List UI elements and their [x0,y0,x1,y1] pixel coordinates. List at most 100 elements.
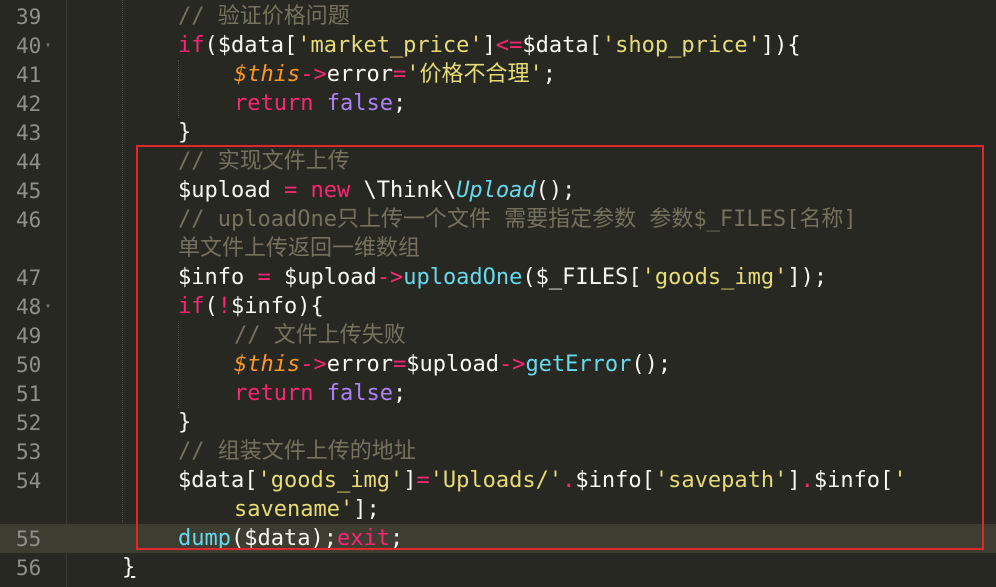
gutter-row: 52 [0,408,66,437]
gutter-row: 54 [0,466,66,495]
string-token: ' [893,468,907,493]
keyword-token: if [178,33,205,58]
operator-token: <= [495,33,523,58]
gutter-row: 56 [0,553,66,582]
code-line[interactable]: $this->error=$upload->getError(); [66,350,996,379]
gutter-row: 42 [0,89,66,118]
keyword-token: return [234,381,314,406]
operator-token: -> [300,352,327,377]
code-line[interactable]: $data['goods_img']='Uploads/'.$info['sav… [66,466,996,495]
line-number: 50 [16,353,42,377]
gutter-row: 40 ▾ [0,31,66,60]
operator-token: = [257,265,271,290]
code-line[interactable]: $info = $upload->uploadOne($_FILES['good… [66,263,996,292]
gutter-row: 46 [0,205,66,234]
code-line[interactable]: return false; [66,89,996,118]
code-line[interactable]: $upload = new \Think\Upload(); [66,176,996,205]
code-line[interactable]: // 实现文件上传 [66,147,996,176]
code-line[interactable]: } [66,408,996,437]
code-token: } [178,120,192,145]
variable-token: $this [234,352,301,377]
code-line[interactable]: } [66,118,996,147]
code-token: ] [787,468,801,493]
code-token: ]); [787,265,828,290]
comment-text: // 验证价格问题 [178,4,350,29]
code-token: ( [204,294,218,319]
line-number: 41 [16,63,42,87]
string-token: 'goods_img' [641,265,788,290]
line-number: 39 [16,5,42,29]
gutter-row: 51 [0,379,66,408]
line-number: 49 [16,324,42,348]
class-token: Upload [456,178,536,203]
function-token: dump [178,526,231,551]
code-line-wrap[interactable]: 单文件上传返回一维数组 [66,234,996,263]
code-line[interactable]: } [66,553,996,582]
comment-text: // 实现文件上传 [178,149,350,174]
code-token: ; [392,381,407,406]
code-token: \Think\ [350,178,457,203]
comment-text: // 组装文件上传的地址 [178,439,416,464]
code-line[interactable]: $this->error='价格不合理'; [66,60,996,89]
string-token: '价格不合理' [406,62,543,87]
code-line[interactable]: // 验证价格问题 [66,2,996,31]
code-line[interactable]: if($data['market_price']<=$data['shop_pr… [66,31,996,60]
code-token: ] [482,33,496,58]
code-line[interactable]: // 组装文件上传的地址 [66,437,996,466]
gutter-row: 44 [0,147,66,176]
comment-text: // 文件上传失败 [234,323,406,348]
gutter-row: 50 [0,350,66,379]
code-token: $upload [406,352,499,377]
operator-token: = [392,62,407,87]
keyword-token: new [310,178,351,203]
gutter-row: 39 [0,2,66,31]
string-token: 'shop_price' [601,33,761,58]
keyword-token: return [234,91,314,116]
code-token: ; [392,91,407,116]
operator-token: -> [300,62,327,87]
code-line-wrap[interactable]: savename']; [66,495,996,524]
line-number: 44 [16,150,42,174]
line-number: 45 [16,179,42,203]
code-token: $data[ [522,33,602,58]
gutter-row: 43 [0,118,66,147]
code-line[interactable]: // uploadOne只上传一个文件 需要指定参数 参数$_FILES[名称] [66,205,996,234]
gutter-row: 49 [0,321,66,350]
code-token: } [178,410,192,435]
fold-arrow-icon[interactable]: ▾ [45,302,51,312]
code-line[interactable]: if(!$info){ [66,292,996,321]
code-token: ($data); [230,526,337,551]
code-line[interactable]: // 文件上传失败 [66,321,996,350]
operator-token: . [800,468,814,493]
code-token: ($data[ [204,33,298,58]
comment-text: // uploadOne只上传一个文件 需要指定参数 参数$_FILES[名称] [178,207,857,232]
keyword-token: exit [336,526,390,551]
code-line[interactable]: return false; [66,379,996,408]
line-number: 48 [16,295,42,319]
line-number: 43 [16,121,42,145]
gutter-row: 45 [0,176,66,205]
keyword-token: if [178,294,205,319]
code-token: $upload [270,265,377,290]
fold-arrow-icon[interactable]: ▾ [45,41,51,51]
line-number: 47 [16,266,42,290]
line-number: 51 [16,382,42,406]
operator-token: = [283,178,298,203]
code-token: ($_FILES[ [522,265,642,290]
code-token: $info [178,265,258,290]
variable-token: $this [234,62,301,87]
code-line-current[interactable]: dump($data);exit; [66,524,996,553]
code-editor[interactable]: 39 40 ▾ 41 42 43 44 45 46 47 48 ▾ 49 50 51… [0,0,996,587]
code-token: ]){ [760,33,801,58]
string-token: 'goods_img' [257,468,404,493]
gutter-row-current: 55 [0,524,66,553]
gutter-row: 53 [0,437,66,466]
code-token: $info){ [231,294,324,319]
function-token: getError [525,352,632,377]
line-number: 42 [16,92,42,116]
code-area[interactable]: // 验证价格问题 if($data['market_price']<=$dat… [66,0,996,587]
line-number: 56 [16,556,42,580]
operator-token: = [416,468,430,493]
boolean-token: false [326,381,393,406]
